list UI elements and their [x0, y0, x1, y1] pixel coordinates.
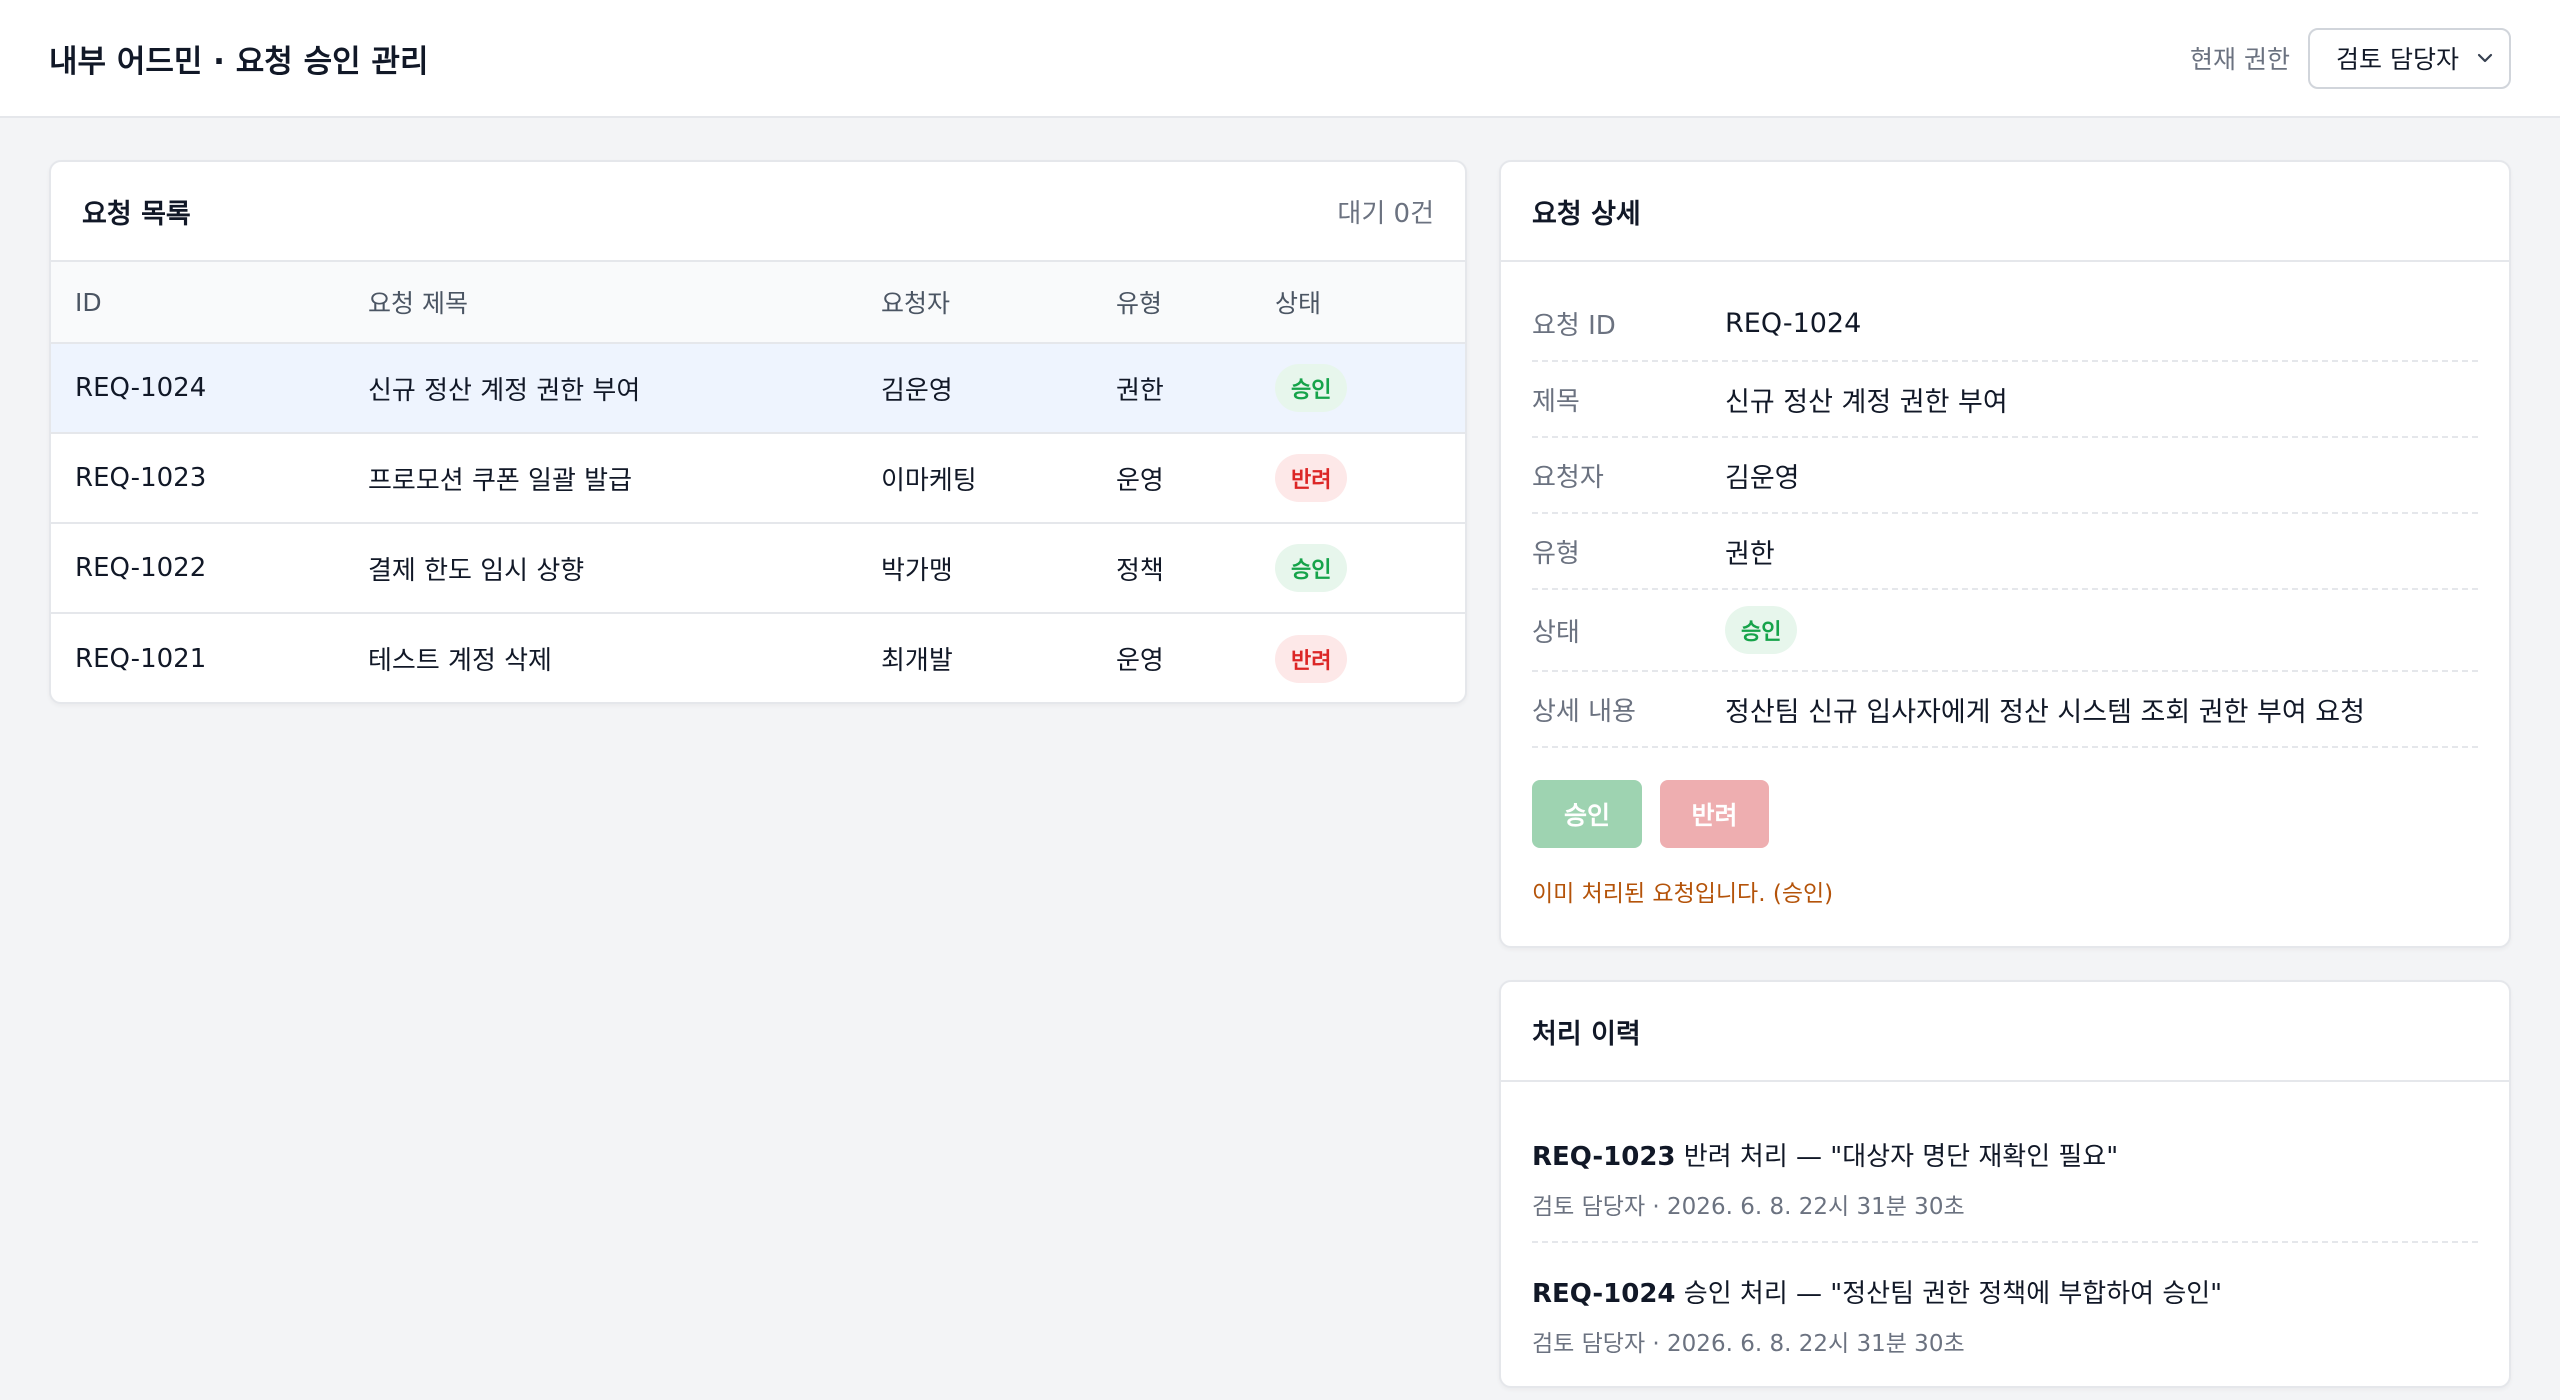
cell-status: 승인: [1251, 343, 1465, 433]
cell-title: 테스트 계정 삭제: [368, 646, 552, 676]
pending-count: 대기 0건: [1337, 198, 1434, 229]
column-header-id: ID: [75, 287, 102, 317]
request-list-header: 요청 목록 대기 0건: [51, 162, 1465, 262]
detail-value: REQ-1024: [1725, 307, 1862, 339]
column-header-type: 유형: [1116, 289, 1163, 318]
detail-value: 정산팀 신규 입사자에게 정산 시스템 조회 권한 부여 요청: [1725, 696, 2365, 728]
column-header-title: 요청 제목: [368, 289, 468, 318]
history-line: REQ-1024 승인 처리 — "정산팀 권한 정책에 부합하여 승인": [1532, 1273, 2478, 1310]
cell-id: REQ-1022: [75, 553, 207, 583]
status-badge: 승인: [1725, 606, 1798, 654]
history-header: 처리 이력: [1501, 982, 2509, 1082]
history-text: 반려 처리 — "대상자 명단 재확인 필요": [1675, 1142, 2119, 1172]
cell-id: REQ-1024: [75, 373, 207, 403]
table-row[interactable]: REQ-1021 테스트 계정 삭제 최개발 운영 반려: [51, 613, 1465, 702]
detail-row-type: 유형 권한: [1532, 514, 2478, 590]
detail-row-content: 상세 내용 정산팀 신규 입사자에게 정산 시스템 조회 권한 부여 요청: [1532, 672, 2478, 748]
request-detail-body: 요청 ID REQ-1024 제목 신규 정산 계정 권한 부여 요청자 김운영…: [1501, 262, 2509, 908]
cell-requester: 박가맹: [881, 555, 953, 586]
cell-id: REQ-1023: [75, 463, 207, 493]
role-label: 현재 권한: [2190, 45, 2290, 74]
cell-requester: 최개발: [881, 646, 953, 676]
cell-title: 결제 한도 임시 상향: [368, 555, 585, 586]
role-select[interactable]: 검토 담당자: [2308, 27, 2511, 89]
cell-status: 반려: [1251, 433, 1465, 523]
role-switcher: 현재 권한 검토 담당자: [2190, 27, 2511, 89]
column-header-requester: 요청자: [881, 289, 951, 318]
cell-type: 권한: [1116, 375, 1164, 406]
chevron-down-icon: [2477, 53, 2493, 63]
main-content: 요청 목록 대기 0건 ID 요청 제목 요청자 유형 상태 REQ-1024 …: [0, 118, 2560, 1400]
role-select-value: 검토 담당자: [2336, 45, 2459, 74]
detail-value: 김운영: [1725, 462, 1800, 494]
app-title: 내부 어드민 · 요청 승인 관리: [49, 43, 429, 80]
detail-label: 요청자: [1532, 462, 1604, 493]
history-item: REQ-1023 반려 처리 — "대상자 명단 재확인 필요" 검토 담당자 …: [1532, 1106, 2478, 1241]
cell-status: 반려: [1251, 613, 1465, 702]
top-bar: 내부 어드민 · 요청 승인 관리 현재 권한 검토 담당자: [0, 0, 2560, 118]
request-table: ID 요청 제목 요청자 유형 상태 REQ-1024 신규 정산 계정 권한 …: [51, 262, 1465, 702]
detail-label: 요청 ID: [1532, 310, 1616, 341]
history-meta: 검토 담당자 · 2026. 6. 8. 22시 31분 30초: [1532, 1194, 1965, 1220]
detail-value: 신규 정산 계정 권한 부여: [1725, 386, 2008, 418]
status-badge: 승인: [1275, 544, 1348, 592]
cell-type: 운영: [1116, 465, 1164, 496]
history-meta: 검토 담당자 · 2026. 6. 8. 22시 31분 30초: [1532, 1331, 1965, 1357]
history-text: 승인 처리 — "정산팀 권한 정책에 부합하여 승인": [1675, 1279, 2223, 1309]
detail-label: 유형: [1532, 538, 1580, 569]
request-list-card: 요청 목록 대기 0건 ID 요청 제목 요청자 유형 상태 REQ-1024 …: [49, 160, 1467, 704]
history-item: REQ-1024 승인 처리 — "정산팀 권한 정책에 부합하여 승인" 검토…: [1532, 1241, 2478, 1378]
request-detail-title: 요청 상세: [1532, 198, 1641, 230]
cell-id: REQ-1021: [75, 643, 207, 674]
history-card: 처리 이력 REQ-1023 반려 처리 — "대상자 명단 재확인 필요" 검…: [1499, 980, 2511, 1388]
column-header-status: 상태: [1275, 289, 1322, 318]
table-header-row: ID 요청 제목 요청자 유형 상태: [51, 262, 1465, 343]
cell-status: 승인: [1251, 523, 1465, 613]
history-title: 처리 이력: [1532, 1018, 1641, 1050]
detail-label: 상세 내용: [1532, 696, 1636, 727]
table-row[interactable]: REQ-1024 신규 정산 계정 권한 부여 김운영 권한 승인: [51, 343, 1465, 433]
history-list: REQ-1023 반려 처리 — "대상자 명단 재확인 필요" 검토 담당자 …: [1501, 1082, 2509, 1378]
history-request-id: REQ-1024: [1532, 1279, 1676, 1309]
request-detail-header: 요청 상세: [1501, 162, 2509, 262]
reject-button[interactable]: 반려: [1660, 780, 1769, 848]
cell-title: 프로모션 쿠폰 일괄 발급: [368, 465, 632, 496]
processed-notice: 이미 처리된 요청입니다. (승인): [1532, 881, 1834, 907]
history-request-id: REQ-1023: [1532, 1142, 1676, 1172]
detail-label: 상태: [1532, 617, 1580, 648]
request-list-title: 요청 목록: [82, 198, 191, 230]
table-row[interactable]: REQ-1022 결제 한도 임시 상향 박가맹 정책 승인: [51, 523, 1465, 613]
detail-row-id: 요청 ID REQ-1024: [1532, 286, 2478, 362]
detail-row-status: 상태 승인: [1532, 590, 2478, 672]
action-buttons: 승인 반려: [1532, 780, 2478, 848]
detail-label: 제목: [1532, 386, 1580, 417]
cell-requester: 이마케팅: [881, 465, 977, 496]
detail-row-title: 제목 신규 정산 계정 권한 부여: [1532, 362, 2478, 438]
cell-title: 신규 정산 계정 권한 부여: [368, 375, 641, 406]
cell-requester: 김운영: [881, 375, 953, 406]
status-badge: 반려: [1275, 634, 1348, 683]
detail-value: 권한: [1725, 538, 1775, 570]
status-badge: 승인: [1275, 364, 1348, 412]
status-badge: 반려: [1275, 454, 1348, 502]
cell-type: 운영: [1116, 646, 1164, 676]
table-row[interactable]: REQ-1023 프로모션 쿠폰 일괄 발급 이마케팅 운영 반려: [51, 433, 1465, 523]
approve-button[interactable]: 승인: [1532, 780, 1642, 848]
cell-type: 정책: [1116, 555, 1164, 586]
detail-row-requester: 요청자 김운영: [1532, 438, 2478, 514]
request-detail-card: 요청 상세 요청 ID REQ-1024 제목 신규 정산 계정 권한 부여 요…: [1499, 160, 2511, 948]
history-line: REQ-1023 반려 처리 — "대상자 명단 재확인 필요": [1532, 1136, 2478, 1173]
